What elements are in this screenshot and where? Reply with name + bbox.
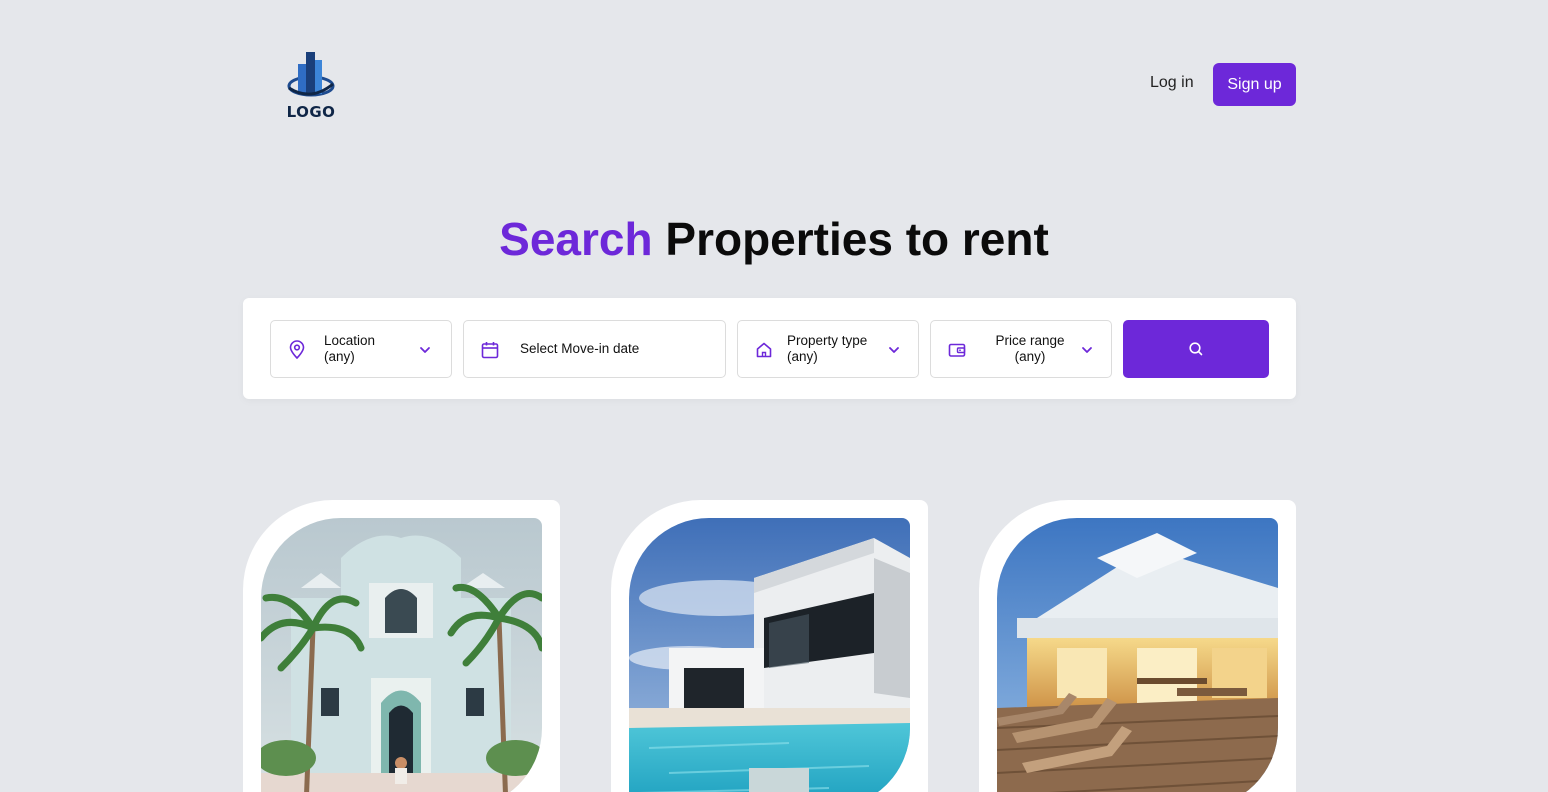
listing-photo — [629, 518, 910, 792]
page-title: Search Properties to rent — [0, 212, 1548, 266]
listing-card[interactable] — [243, 500, 560, 792]
chevron-down-icon — [420, 347, 430, 353]
search-panel: Location (any) Select Move-in date Prope… — [243, 298, 1296, 399]
listing-photo — [261, 518, 542, 792]
house-photo — [261, 518, 542, 792]
villa-photo — [629, 518, 910, 792]
property-type-label-line1: Property type — [787, 333, 868, 348]
location-select[interactable]: Location (any) — [270, 320, 452, 378]
listing-card[interactable] — [611, 500, 928, 792]
signup-button[interactable]: Sign up — [1213, 63, 1296, 106]
title-accent: Search — [499, 213, 653, 265]
listing-photo — [997, 518, 1278, 792]
location-label-line2: (any) — [324, 349, 355, 364]
home-icon — [756, 342, 772, 358]
map-pin-icon — [289, 340, 305, 360]
wallet-icon — [948, 343, 966, 357]
property-type-select[interactable]: Property type (any) — [737, 320, 919, 378]
location-label: Location (any) — [324, 333, 375, 365]
page: LOGO Log in Sign up Search Properties to… — [0, 0, 1548, 792]
move-in-date-picker[interactable]: Select Move-in date — [463, 320, 726, 378]
title-rest: Properties to rent — [665, 213, 1049, 265]
price-range-select[interactable]: Price range (any) — [930, 320, 1112, 378]
property-type-label: Property type (any) — [787, 333, 867, 365]
price-range-label-line2: (any) — [1014, 349, 1046, 364]
login-link[interactable]: Log in — [1150, 74, 1194, 92]
beach-house-photo — [997, 518, 1278, 792]
price-range-label: Price range (any) — [993, 333, 1067, 365]
property-type-label-line2: (any) — [787, 349, 818, 364]
search-icon — [1189, 342, 1203, 356]
logo-building-icon — [287, 52, 335, 97]
chevron-down-icon — [1082, 347, 1092, 353]
location-label-line1: Location — [324, 333, 376, 348]
calendar-icon — [481, 342, 499, 359]
logo[interactable]: LOGO — [286, 50, 336, 122]
listing-card[interactable] — [979, 500, 1296, 792]
price-range-label-line1: Price range — [995, 333, 1065, 348]
search-button[interactable] — [1123, 320, 1269, 378]
logo-text: LOGO — [286, 103, 336, 121]
chevron-down-icon — [889, 347, 899, 353]
move-in-date-label: Select Move-in date — [520, 341, 640, 356]
